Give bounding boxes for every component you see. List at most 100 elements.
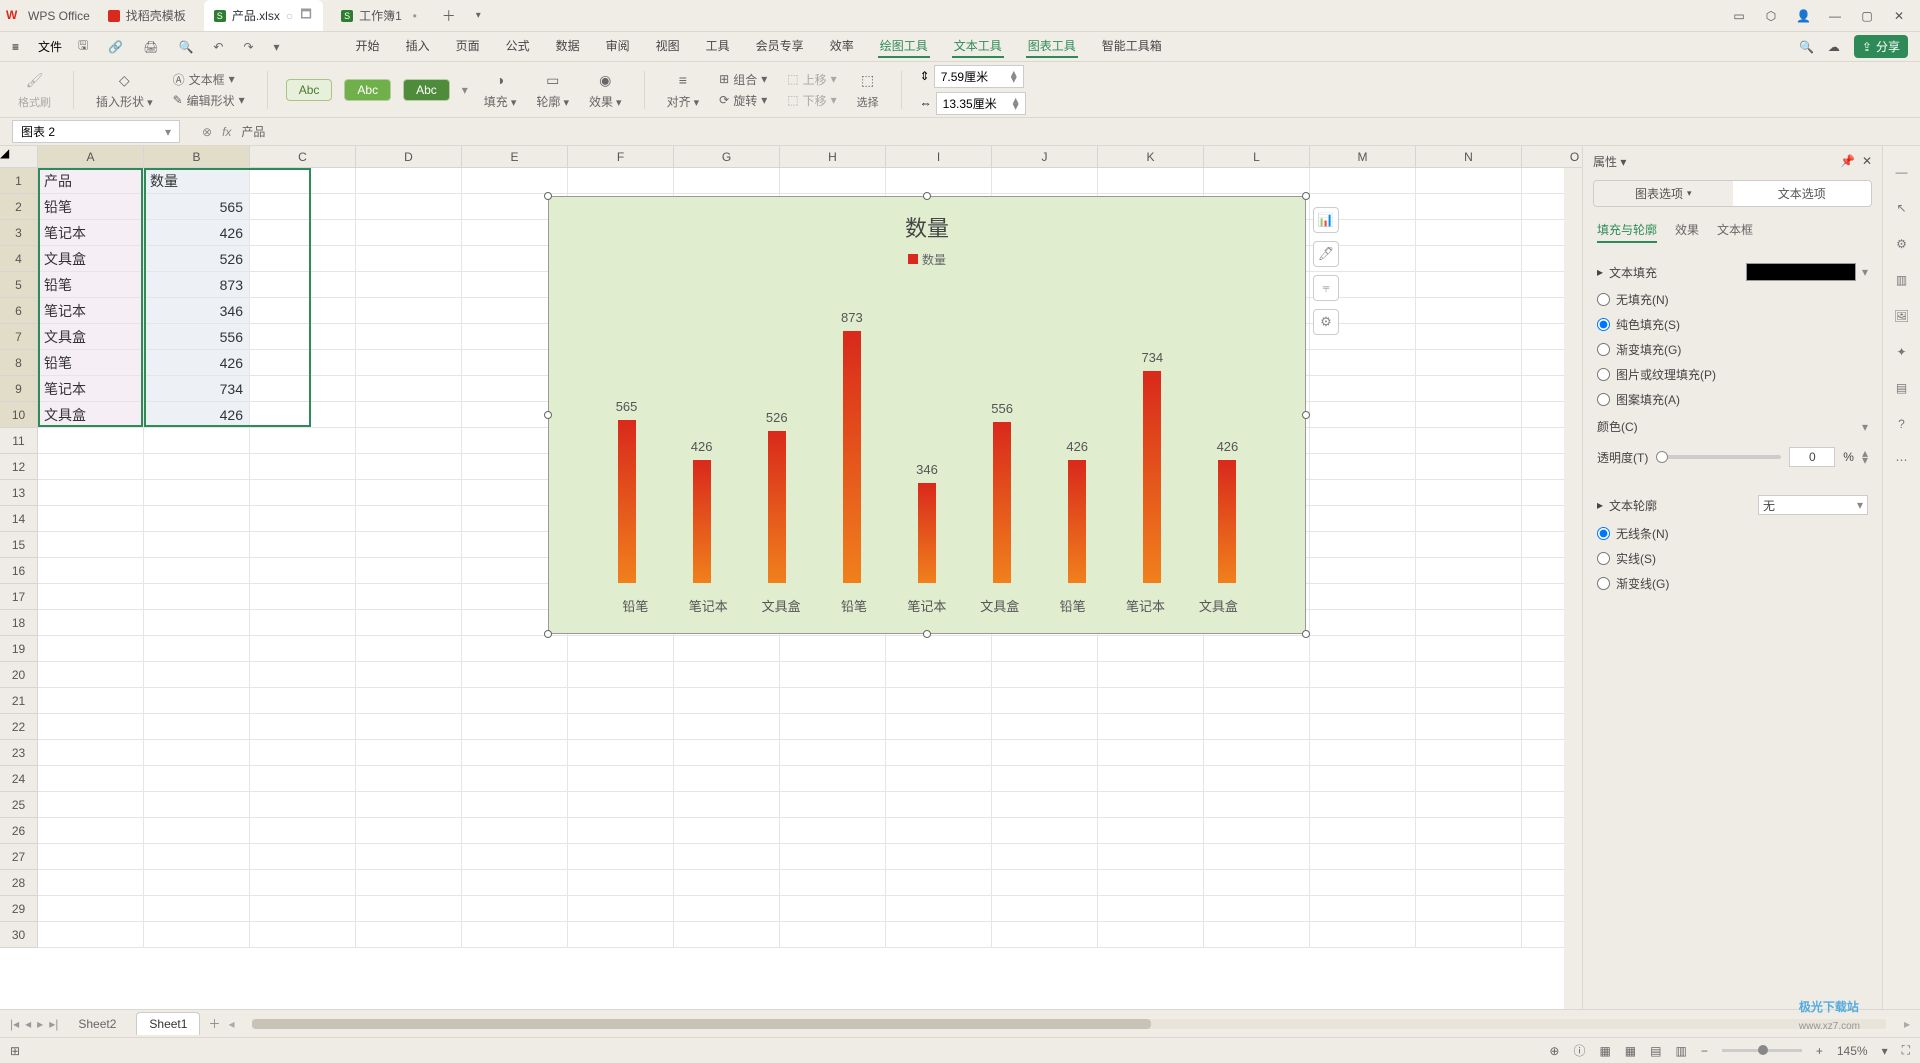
cell[interactable] xyxy=(250,610,356,636)
cell[interactable]: 734 xyxy=(144,376,250,402)
style-preset-1[interactable]: Abc xyxy=(286,79,333,101)
cell[interactable] xyxy=(38,610,144,636)
cell[interactable] xyxy=(1416,194,1522,220)
cell[interactable] xyxy=(992,844,1098,870)
cell[interactable] xyxy=(38,688,144,714)
menu-会员专享[interactable]: 会员专享 xyxy=(754,35,806,58)
hamburger-icon[interactable]: ≡ xyxy=(12,40,26,54)
cell[interactable] xyxy=(250,766,356,792)
cell[interactable] xyxy=(38,480,144,506)
cell[interactable]: 铅笔 xyxy=(38,272,144,298)
cell[interactable] xyxy=(144,766,250,792)
cell[interactable] xyxy=(462,636,568,662)
cell[interactable] xyxy=(250,350,356,376)
cell[interactable] xyxy=(568,662,674,688)
tab-template[interactable]: 找稻壳模板 xyxy=(98,0,196,31)
cell[interactable] xyxy=(144,792,250,818)
undo-icon[interactable]: ↶ xyxy=(209,40,227,54)
subtab-effects[interactable]: 效果 xyxy=(1675,221,1699,243)
bar[interactable] xyxy=(618,420,636,583)
cell[interactable] xyxy=(886,870,992,896)
cell[interactable] xyxy=(1416,558,1522,584)
cell[interactable] xyxy=(780,922,886,948)
cell[interactable] xyxy=(1098,792,1204,818)
cell[interactable] xyxy=(1416,298,1522,324)
bar[interactable] xyxy=(1068,460,1086,583)
panel-icon[interactable]: ▭ xyxy=(1732,9,1746,23)
outline-dropdown[interactable]: 无▾ xyxy=(1758,495,1868,515)
cell[interactable] xyxy=(1098,896,1204,922)
cell[interactable] xyxy=(38,870,144,896)
col-L[interactable]: L xyxy=(1204,146,1310,168)
row-9[interactable]: 9 xyxy=(0,376,38,402)
col-C[interactable]: C xyxy=(250,146,356,168)
cell[interactable] xyxy=(1310,662,1416,688)
cell[interactable] xyxy=(1204,168,1310,194)
cell[interactable]: 笔记本 xyxy=(38,220,144,246)
style-more-icon[interactable]: ▾ xyxy=(462,83,468,97)
cell[interactable] xyxy=(1416,220,1522,246)
link-icon[interactable]: 🔗 xyxy=(104,40,127,54)
menu-视图[interactable]: 视图 xyxy=(654,35,682,58)
cell[interactable] xyxy=(1310,844,1416,870)
cell[interactable] xyxy=(886,740,992,766)
cell[interactable] xyxy=(568,870,674,896)
cell[interactable] xyxy=(1310,610,1416,636)
cell[interactable]: 526 xyxy=(144,246,250,272)
cell[interactable] xyxy=(674,662,780,688)
cell[interactable] xyxy=(674,168,780,194)
cell[interactable] xyxy=(1204,896,1310,922)
menu-数据[interactable]: 数据 xyxy=(554,35,582,58)
cell[interactable]: 556 xyxy=(144,324,250,350)
cell[interactable]: 文具盒 xyxy=(38,324,144,350)
row-11[interactable]: 11 xyxy=(0,428,38,454)
cell[interactable] xyxy=(568,766,674,792)
cell[interactable] xyxy=(462,766,568,792)
cell[interactable] xyxy=(1310,428,1416,454)
row-17[interactable]: 17 xyxy=(0,584,38,610)
cell[interactable] xyxy=(38,636,144,662)
cell[interactable] xyxy=(568,844,674,870)
chevron-down-icon[interactable]: ▾ xyxy=(270,40,284,54)
view-break-icon[interactable]: ▥ xyxy=(1675,1044,1686,1058)
fill-swatch[interactable] xyxy=(1746,263,1856,281)
chart-settings-icon[interactable]: ⚙ xyxy=(1313,309,1339,335)
cell[interactable] xyxy=(674,688,780,714)
cell[interactable] xyxy=(992,714,1098,740)
new-tab-button[interactable]: ＋ xyxy=(432,6,466,26)
cell[interactable] xyxy=(144,870,250,896)
cell[interactable] xyxy=(1310,350,1416,376)
chart-elements-icon[interactable]: 📊 xyxy=(1313,207,1339,233)
row-29[interactable]: 29 xyxy=(0,896,38,922)
cell[interactable] xyxy=(144,662,250,688)
row-23[interactable]: 23 xyxy=(0,740,38,766)
save-icon[interactable]: 🖫 xyxy=(74,36,92,57)
align-button[interactable]: ≡对齐 ▾ xyxy=(663,69,704,110)
row-16[interactable]: 16 xyxy=(0,558,38,584)
menu-页面[interactable]: 页面 xyxy=(454,35,482,58)
row-13[interactable]: 13 xyxy=(0,480,38,506)
outline-button[interactable]: ▭轮廓 ▾ xyxy=(532,69,573,110)
cell[interactable] xyxy=(250,428,356,454)
zoom-in-icon[interactable]: + xyxy=(1816,1044,1823,1058)
cell[interactable] xyxy=(250,714,356,740)
add-sheet-icon[interactable]: ＋ xyxy=(208,1015,220,1032)
cell[interactable] xyxy=(1098,766,1204,792)
cell[interactable] xyxy=(1416,350,1522,376)
col-N[interactable]: N xyxy=(1416,146,1522,168)
row-19[interactable]: 19 xyxy=(0,636,38,662)
fill-option[interactable]: 图案填充(A) xyxy=(1597,387,1868,412)
cell[interactable] xyxy=(38,714,144,740)
cell[interactable] xyxy=(674,818,780,844)
close-window-icon[interactable]: ✕ xyxy=(1892,9,1906,23)
mode-icon[interactable]: ⊞ xyxy=(10,1044,20,1058)
cell[interactable] xyxy=(38,454,144,480)
cell[interactable] xyxy=(250,168,356,194)
cell[interactable] xyxy=(1098,636,1204,662)
col-D[interactable]: D xyxy=(356,146,462,168)
cell[interactable] xyxy=(250,636,356,662)
edit-shape-button[interactable]: ✎编辑形状 ▾ xyxy=(169,92,249,109)
avatar-icon[interactable]: 👤 xyxy=(1796,9,1810,23)
cell[interactable] xyxy=(992,766,1098,792)
effects-button[interactable]: ◉效果 ▾ xyxy=(585,69,626,110)
